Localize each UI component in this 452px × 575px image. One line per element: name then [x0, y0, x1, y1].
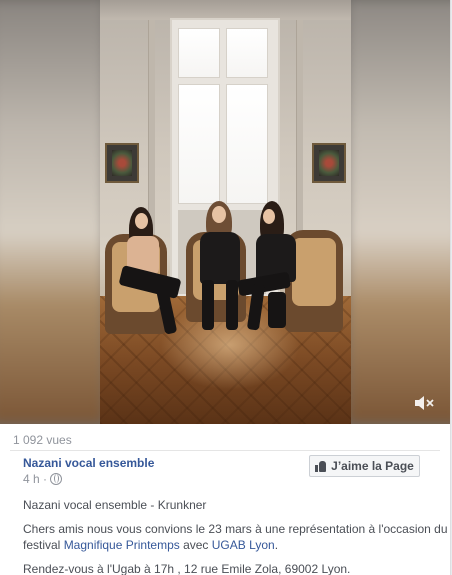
- volume-muted-icon[interactable]: [413, 394, 435, 412]
- singer-middle-body: [200, 232, 240, 284]
- post-body-line: festival Magnifique Printemps avec UGAB …: [23, 538, 278, 552]
- body-text: .: [274, 538, 279, 552]
- video-title: Nazani vocal ensemble - Krunkner: [23, 498, 207, 512]
- globe-icon: [50, 473, 63, 485]
- room-cornice: [100, 0, 351, 20]
- body-text: avec: [179, 538, 212, 552]
- post-body-line: Chers amis nous vous convions le 23 mars…: [23, 522, 448, 536]
- window-pane: [178, 84, 220, 204]
- singer-middle-face: [212, 206, 226, 223]
- timestamp-text: 4 h ·: [23, 472, 48, 486]
- video-post: 1 092 vues Nazani vocal ensemble 4 h · J…: [0, 0, 451, 575]
- video-frame[interactable]: [100, 0, 351, 424]
- post-timestamp[interactable]: 4 h ·: [23, 472, 63, 486]
- post-body-line: Rendez-vous à l'Ugab à 17h , 12 rue Emil…: [23, 562, 351, 575]
- divider: [10, 450, 440, 451]
- wall-painting-right: [312, 143, 346, 183]
- singer-right-face: [263, 209, 275, 224]
- like-page-label: J’aime la Page: [331, 459, 414, 473]
- singer-left-face: [135, 213, 148, 229]
- armchair-seat: [292, 238, 336, 306]
- body-text: festival: [23, 538, 64, 552]
- view-count: 1 092 vues: [13, 433, 72, 447]
- video-blur-left: [0, 0, 105, 424]
- singer-middle-legs: [202, 280, 214, 330]
- video-blur-right: [347, 0, 450, 424]
- thumbs-up-icon: [315, 460, 327, 472]
- like-page-button[interactable]: J’aime la Page: [309, 455, 420, 477]
- window-pane: [226, 84, 268, 204]
- window-pane: [178, 28, 220, 78]
- wall-painting-left: [105, 143, 139, 183]
- ugab-lyon-link[interactable]: UGAB Lyon: [212, 538, 275, 552]
- window-pane: [226, 28, 268, 78]
- magnifique-printemps-link[interactable]: Magnifique Printemps: [64, 538, 180, 552]
- handbag: [268, 292, 286, 328]
- page-name-link[interactable]: Nazani vocal ensemble: [23, 456, 154, 470]
- video-player[interactable]: [0, 0, 450, 424]
- singer-middle-legs: [226, 280, 238, 330]
